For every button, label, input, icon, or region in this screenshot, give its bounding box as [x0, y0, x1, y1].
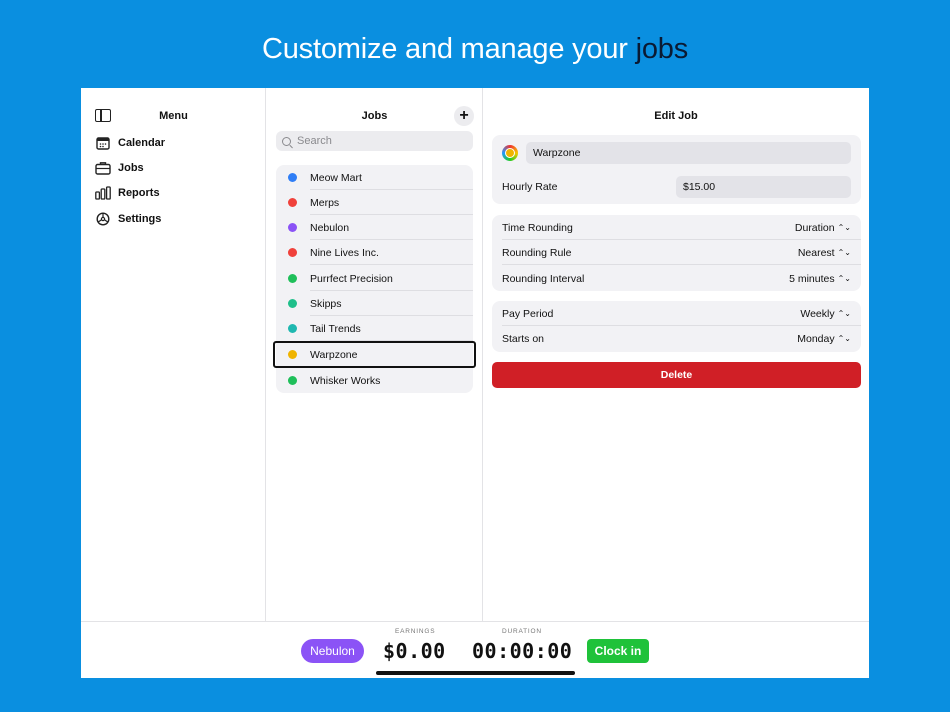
- current-job-pill[interactable]: Nebulon: [301, 639, 364, 663]
- hourly-rate-row: Hourly Rate $15.00: [492, 174, 861, 200]
- pay-period-label: Pay Period: [502, 307, 554, 320]
- sidebar-item-label: Reports: [118, 187, 160, 199]
- job-color-dot: [288, 173, 297, 182]
- sidebar-item-label: Settings: [118, 213, 162, 225]
- headline-text: Customize and manage your: [261, 33, 628, 65]
- bar-chart-icon: [95, 185, 111, 201]
- calendar-icon: [95, 135, 111, 151]
- job-name: Tail Trends: [310, 322, 361, 335]
- job-name: Warpzone: [310, 348, 358, 361]
- search-input[interactable]: Search: [276, 131, 473, 151]
- job-name-field[interactable]: Warpzone: [525, 142, 851, 164]
- pay-period-card: Pay Period Weekly ⌃⌄ Starts on Monday ⌃⌄: [492, 301, 861, 352]
- app-window: Menu Calendar Jobs Reports Settings Jobs…: [81, 88, 869, 678]
- job-list-item-selected[interactable]: Warpzone: [273, 341, 476, 368]
- chevron-up-down-icon: ⌃⌄: [837, 308, 851, 318]
- job-color-dot: [288, 274, 297, 283]
- sidebar-item-label: Jobs: [118, 162, 144, 174]
- sidebar-item-calendar[interactable]: Calendar: [95, 133, 165, 153]
- job-list-item[interactable]: Meow Mart: [276, 165, 473, 190]
- sidebar-item-label: Calendar: [118, 137, 166, 149]
- job-color-dot: [288, 324, 297, 333]
- gear-icon: [95, 211, 111, 227]
- add-job-button[interactable]: +: [454, 106, 474, 126]
- job-name: Nebulon: [310, 221, 350, 234]
- chevron-up-down-icon: ⌃⌄: [837, 333, 851, 343]
- job-name: Merps: [310, 196, 340, 209]
- delete-button[interactable]: Delete: [492, 362, 861, 388]
- duration-value: 00:00:00: [472, 639, 573, 663]
- job-color-dot: [288, 299, 297, 308]
- starts-on-row[interactable]: Starts on Monday ⌃⌄: [492, 326, 861, 351]
- search-icon: [282, 136, 291, 146]
- duration-label: DURATION: [502, 628, 542, 635]
- hourly-rate-label: Hourly Rate: [502, 181, 558, 193]
- pay-period-select[interactable]: Weekly ⌃⌄: [800, 308, 851, 320]
- job-list-item[interactable]: Skipps: [276, 291, 473, 316]
- job-name: Nine Lives Inc.: [310, 246, 379, 259]
- job-color-dot: [288, 198, 297, 207]
- clock-bar: Nebulon EARNINGS $0.00 DURATION 00:00:00…: [81, 621, 869, 678]
- sidebar-item-jobs[interactable]: Jobs: [95, 158, 144, 178]
- pay-period-row[interactable]: Pay Period Weekly ⌃⌄: [492, 301, 861, 326]
- edit-job-title: Edit Job: [654, 110, 698, 122]
- job-list-item[interactable]: Merps: [276, 190, 473, 215]
- hourly-rate-value: $15.00: [683, 181, 716, 193]
- rounding-interval-select[interactable]: 5 minutes ⌃⌄: [789, 273, 851, 285]
- job-name: Meow Mart: [310, 171, 362, 184]
- time-rounding-row[interactable]: Time Rounding Duration ⌃⌄: [492, 215, 861, 240]
- menu-sidebar: Menu Calendar Jobs Reports Settings: [81, 88, 266, 621]
- job-name: Purrfect Precision: [310, 272, 393, 285]
- starts-on-select[interactable]: Monday ⌃⌄: [797, 333, 851, 345]
- job-list-item[interactable]: Tail Trends: [276, 316, 473, 341]
- jobs-title: Jobs: [361, 110, 388, 122]
- search-placeholder: Search: [297, 135, 332, 147]
- menu-title: Menu: [159, 110, 188, 122]
- briefcase-icon: [95, 160, 111, 176]
- hourly-rate-field[interactable]: $15.00: [676, 176, 851, 198]
- headline-accent: jobs: [635, 33, 689, 65]
- job-list-item[interactable]: Whisker Works: [276, 368, 473, 393]
- rounding-interval-label: Rounding Interval: [502, 272, 585, 285]
- sidebar-item-reports[interactable]: Reports: [95, 183, 160, 203]
- job-color-dot: [288, 350, 297, 359]
- rounding-rule-label: Rounding Rule: [502, 246, 572, 259]
- rounding-card: Time Rounding Duration ⌃⌄ Rounding Rule N…: [492, 215, 861, 291]
- starts-on-label: Starts on: [502, 332, 545, 345]
- rounding-interval-row[interactable]: Rounding Interval 5 minutes ⌃⌄: [492, 266, 861, 291]
- job-name: Skipps: [310, 297, 342, 310]
- job-name: Whisker Works: [310, 374, 381, 387]
- jobs-panel: Jobs + Search Meow Mart Merps Nebulon Ni…: [266, 88, 483, 621]
- job-color-dot: [288, 376, 297, 385]
- sidebar-item-settings[interactable]: Settings: [95, 209, 161, 229]
- earnings-value: $0.00: [383, 639, 446, 663]
- time-rounding-label: Time Rounding: [502, 221, 573, 234]
- job-list-item[interactable]: Nebulon: [276, 215, 473, 240]
- job-list-item[interactable]: Purrfect Precision: [276, 266, 473, 291]
- headline: Customize and manage your jobs: [0, 33, 950, 66]
- home-indicator: [376, 671, 575, 675]
- rounding-rule-row[interactable]: Rounding Rule Nearest ⌃⌄: [492, 240, 861, 265]
- job-list-item[interactable]: Nine Lives Inc.: [276, 240, 473, 265]
- job-name-value: Warpzone: [532, 147, 581, 159]
- time-rounding-select[interactable]: Duration ⌃⌄: [795, 222, 851, 234]
- rounding-rule-select[interactable]: Nearest ⌃⌄: [798, 247, 851, 259]
- job-name-row: Warpzone: [492, 140, 861, 166]
- earnings-label: EARNINGS: [395, 628, 436, 635]
- job-color-dot: [288, 223, 297, 232]
- color-picker-icon[interactable]: [502, 145, 518, 161]
- job-color-dot: [288, 248, 297, 257]
- job-list: Meow Mart Merps Nebulon Nine Lives Inc.: [273, 165, 476, 393]
- chevron-up-down-icon: ⌃⌄: [837, 247, 851, 257]
- edit-job-panel: Edit Job Warpzone Hourly Rate $15.00 Tim…: [483, 88, 869, 621]
- job-info-card: Warpzone Hourly Rate $15.00: [492, 135, 861, 204]
- clock-in-button[interactable]: Clock in: [587, 639, 649, 663]
- chevron-up-down-icon: ⌃⌄: [837, 222, 851, 232]
- chevron-up-down-icon: ⌃⌄: [837, 273, 851, 283]
